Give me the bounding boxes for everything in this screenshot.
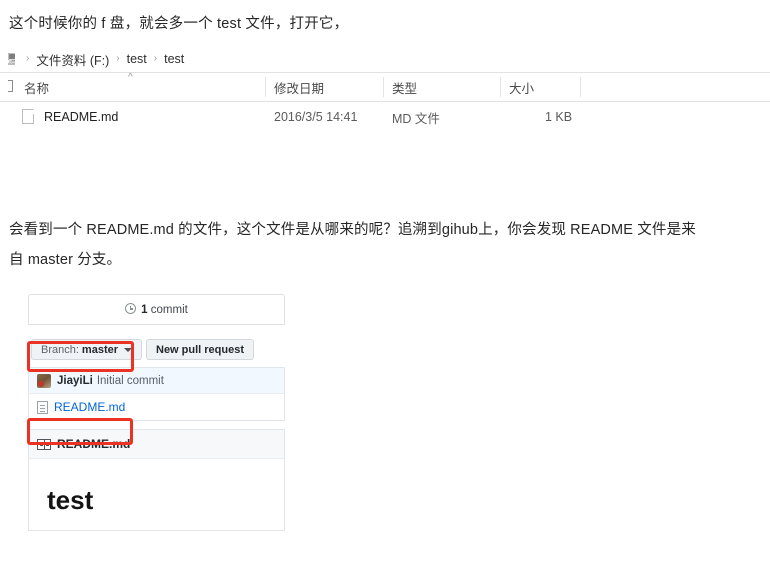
readme-panel-title: README.md [57,437,131,451]
repo-action-bar: Branch: master New pull request [28,333,285,367]
table-row[interactable]: README.md 2016/3/5 14:41 MD 文件 1 KB [0,102,770,132]
readme-heading: test [47,485,94,515]
document-icon [37,400,48,414]
breadcrumb[interactable]: 🖥 › 文件资料 (F:) › test › test [0,46,770,72]
file-icon [22,109,34,124]
commit-count: 1 [141,304,148,316]
breadcrumb-separator: › [153,52,158,64]
commit-author[interactable]: JiayiLi [57,375,93,387]
new-pull-request-button[interactable]: New pull request [146,339,255,360]
column-divider[interactable] [383,77,384,97]
column-divider[interactable] [265,77,266,97]
branch-button[interactable]: Branch: master [31,339,142,360]
column-divider[interactable] [500,77,501,97]
branch-prefix-label: Branch: [41,343,79,356]
column-header-name[interactable]: 名称 [24,73,264,101]
latest-commit-row: JiayiLi Initial commit [28,367,285,393]
breadcrumb-separator: › [26,52,30,64]
column-header-size[interactable]: 大小 [509,73,577,101]
avatar[interactable] [37,373,51,388]
breadcrumb-item-drive[interactable]: 文件资料 (F:) [36,50,109,69]
file-size-cell: 1 KB [545,110,573,124]
chevron-down-icon [124,347,132,352]
history-icon [125,303,137,314]
column-header-row: ^ 名称 修改日期 类型 大小 [0,72,770,102]
readme-file-link[interactable]: README.md [54,400,125,414]
body-paragraph: 会看到一个 README.md 的文件，这个文件是从哪来的呢？追溯到gihub上… [9,222,696,268]
readme-panel-body: test [28,459,285,531]
intro-paragraph: 这个时候你的 f 盘，就会多一个 test 文件，打开它， [9,16,349,32]
commit-message[interactable]: Initial commit [97,375,164,387]
breadcrumb-separator: › [116,52,120,64]
book-icon [37,438,51,450]
column-divider[interactable] [580,77,581,97]
file-list-row[interactable]: README.md [28,393,285,421]
breadcrumb-item-test-inner[interactable]: test [164,52,184,66]
column-header-modified[interactable]: 修改日期 [274,73,379,101]
commit-count-bar[interactable]: 1 commit [28,294,285,325]
commit-count-text: 1 commit [125,303,188,316]
branch-name-label: master [81,343,118,356]
commit-label: commit [150,304,188,316]
file-type-cell: MD 文件 [392,111,440,126]
column-header-type[interactable]: 类型 [392,73,496,101]
readme-panel-header: README.md [28,429,285,459]
github-repo-panel: 1 commit Branch: master New pull request… [28,294,285,531]
file-explorer: 🖥 › 文件资料 (F:) › test › test ^ 名称 修改日期 类型… [0,46,770,132]
breadcrumb-item-test[interactable]: test [127,52,147,66]
file-name-cell[interactable]: README.md [44,102,118,132]
computer-icon: 🖥 [6,52,15,66]
file-modified-cell: 2016/3/5 14:41 [274,110,358,124]
select-all-checkbox[interactable] [8,80,13,92]
